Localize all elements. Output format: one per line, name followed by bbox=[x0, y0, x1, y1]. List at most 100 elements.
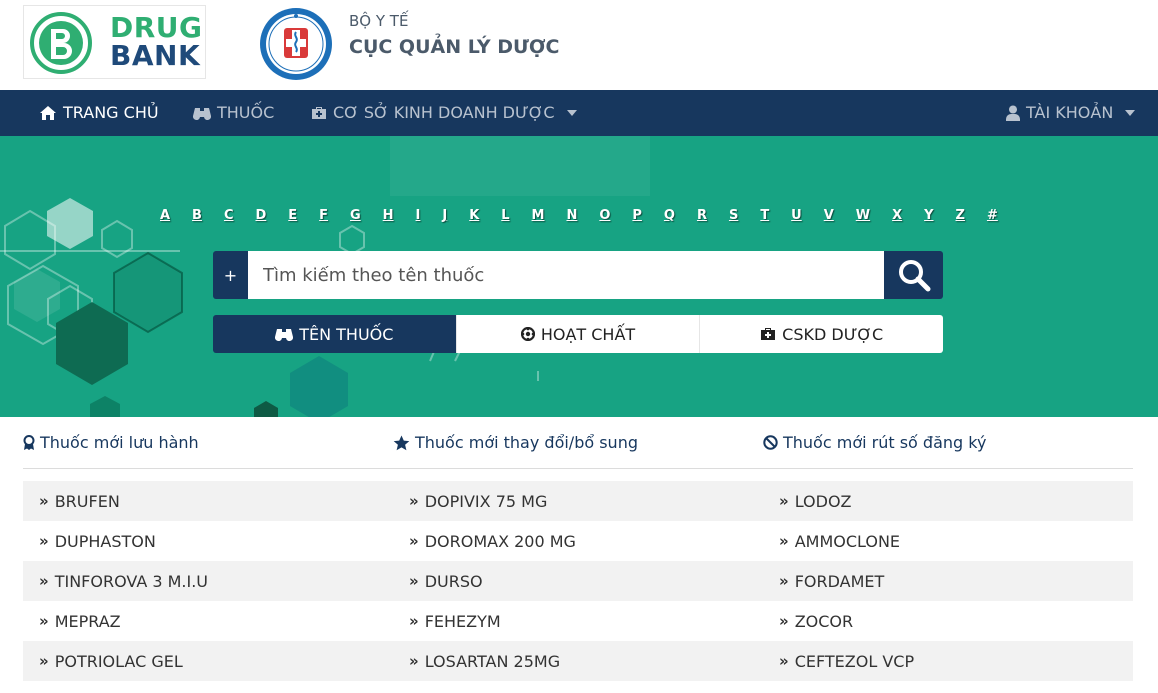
letter-link[interactable]: O bbox=[599, 208, 610, 223]
advanced-search-button[interactable]: + bbox=[213, 251, 248, 299]
letter-link[interactable]: Z bbox=[956, 208, 965, 223]
letter-link[interactable]: X bbox=[892, 208, 902, 223]
double-chevron-right-icon: » bbox=[409, 492, 419, 510]
mode-active-ingredient[interactable]: HOẠT CHẤT bbox=[456, 315, 701, 353]
header-withdrawn[interactable]: Thuốc mới rút số đăng ký bbox=[763, 417, 1133, 468]
letter-link[interactable]: N bbox=[566, 208, 577, 223]
letter-link[interactable]: W bbox=[856, 208, 870, 223]
search-mode-toggle: TÊN THUỐC HOẠT CHẤT CSKD DƯỢC bbox=[213, 315, 943, 353]
letter-link[interactable]: E bbox=[288, 208, 297, 223]
medkit-icon bbox=[761, 328, 776, 340]
mode-pharma-facility-label: CSKD DƯỢC bbox=[782, 324, 884, 344]
list-item[interactable]: » FORDAMET bbox=[763, 561, 1133, 601]
list-item[interactable]: » CEFTEZOL VCP bbox=[763, 641, 1133, 681]
logo-text: DRUG BANK bbox=[110, 14, 203, 70]
double-chevron-right-icon: » bbox=[779, 572, 789, 590]
letter-link[interactable]: S bbox=[729, 208, 738, 223]
letter-link[interactable]: M bbox=[532, 208, 545, 223]
table-row: » DUPHASTON » DOROMAX 200 MG » AMMOCLONE bbox=[23, 521, 1133, 561]
nav-pharma-business[interactable]: CƠ SỞ KINH DOANH DƯỢC bbox=[311, 103, 577, 122]
ban-icon bbox=[763, 435, 778, 450]
header-changed-label: Thuốc mới thay đổi/bổ sung bbox=[415, 433, 638, 452]
double-chevron-right-icon: » bbox=[409, 532, 419, 550]
letter-link[interactable]: J bbox=[442, 208, 447, 223]
nav-pharma-business-label: CƠ SỞ KINH DOANH DƯỢC bbox=[333, 103, 555, 122]
letter-link[interactable]: H bbox=[383, 208, 394, 223]
ministry-line2: CỤC QUẢN LÝ DƯỢC bbox=[349, 36, 560, 58]
header-new-circulated-label: Thuốc mới lưu hành bbox=[40, 433, 199, 452]
drug-name: CEFTEZOL VCP bbox=[794, 651, 915, 671]
letter-link[interactable]: P bbox=[632, 208, 642, 223]
letter-link[interactable]: G bbox=[350, 208, 361, 223]
drugbank-logo[interactable]: DRUG BANK bbox=[23, 5, 206, 79]
double-chevron-right-icon: » bbox=[39, 612, 49, 630]
header-changed[interactable]: Thuốc mới thay đổi/bổ sung bbox=[393, 417, 763, 468]
list-item[interactable]: » MEPRAZ bbox=[23, 601, 393, 641]
letter-link[interactable]: A bbox=[160, 208, 170, 223]
letter-link[interactable]: B bbox=[192, 208, 202, 223]
letter-link[interactable]: I bbox=[416, 208, 421, 223]
drug-name: FORDAMET bbox=[794, 571, 885, 591]
list-item[interactable]: » DURSO bbox=[393, 561, 763, 601]
binoculars-icon bbox=[275, 329, 294, 341]
mode-pharma-facility[interactable]: CSKD DƯỢC bbox=[700, 315, 943, 353]
double-chevron-right-icon: » bbox=[409, 652, 419, 670]
letter-link[interactable]: F bbox=[319, 208, 328, 223]
nav-home-label: TRANG CHỦ bbox=[63, 103, 159, 122]
list-item[interactable]: » LOSARTAN 25MG bbox=[393, 641, 763, 681]
header-new-circulated[interactable]: Thuốc mới lưu hành bbox=[23, 417, 393, 468]
letter-link[interactable]: C bbox=[224, 208, 234, 223]
table-row: » POTRIOLAC GEL » LOSARTAN 25MG » CEFTEZOL … bbox=[23, 641, 1133, 681]
drug-name: AMMOCLONE bbox=[794, 531, 901, 551]
double-chevron-right-icon: » bbox=[409, 572, 419, 590]
drug-lists: Thuốc mới lưu hành Thuốc mới thay đổi/bổ… bbox=[23, 417, 1133, 681]
list-item[interactable]: » POTRIOLAC GEL bbox=[23, 641, 393, 681]
double-chevron-right-icon: » bbox=[779, 532, 789, 550]
double-chevron-right-icon: » bbox=[779, 612, 789, 630]
list-item[interactable]: » BRUFEN bbox=[23, 481, 393, 521]
drug-name: TINFOROVA 3 M.I.U bbox=[54, 571, 209, 591]
list-item[interactable]: » AMMOCLONE bbox=[763, 521, 1133, 561]
letter-link[interactable]: U bbox=[791, 208, 802, 223]
drug-name: POTRIOLAC GEL bbox=[54, 651, 183, 671]
list-item[interactable]: » DOPIVIX 75 MG bbox=[393, 481, 763, 521]
ministry-seal-icon bbox=[260, 8, 332, 80]
nav-home[interactable]: TRANG CHỦ bbox=[39, 103, 159, 122]
drug-name: DOPIVIX 75 MG bbox=[424, 491, 548, 511]
nav-account[interactable]: TÀI KHOẢN bbox=[1006, 103, 1136, 122]
letter-link[interactable]: # bbox=[987, 208, 998, 223]
letter-link[interactable]: V bbox=[824, 208, 834, 223]
mode-drug-name[interactable]: TÊN THUỐC bbox=[213, 315, 457, 353]
letter-link[interactable]: K bbox=[469, 208, 479, 223]
double-chevron-right-icon: » bbox=[39, 652, 49, 670]
double-chevron-right-icon: » bbox=[39, 572, 49, 590]
list-item[interactable]: » ZOCOR bbox=[763, 601, 1133, 641]
list-item[interactable]: » DUPHASTON bbox=[23, 521, 393, 561]
list-item[interactable]: » DOROMAX 200 MG bbox=[393, 521, 763, 561]
letter-link[interactable]: Q bbox=[664, 208, 675, 223]
ministry-line1: BỘ Y TẾ bbox=[349, 12, 409, 30]
double-chevron-right-icon: » bbox=[779, 492, 789, 510]
list-item[interactable]: » TINFOROVA 3 M.I.U bbox=[23, 561, 393, 601]
star-icon bbox=[393, 435, 410, 450]
award-icon bbox=[23, 434, 35, 450]
search-button[interactable] bbox=[884, 251, 943, 299]
list-headers: Thuốc mới lưu hành Thuốc mới thay đổi/bổ… bbox=[23, 417, 1133, 469]
search-input[interactable] bbox=[248, 251, 884, 299]
home-icon bbox=[40, 105, 56, 120]
letter-link[interactable]: R bbox=[697, 208, 707, 223]
letter-link[interactable]: T bbox=[760, 208, 769, 223]
list-item[interactable]: » FEHEZYM bbox=[393, 601, 763, 641]
binoculars-icon bbox=[193, 107, 211, 120]
letter-link[interactable]: L bbox=[501, 208, 509, 223]
double-chevron-right-icon: » bbox=[39, 532, 49, 550]
letter-link[interactable]: D bbox=[255, 208, 266, 223]
site-header: DRUG BANK BỘ Y TẾ CỤC QUẢN LÝ DƯỢC bbox=[0, 0, 1158, 90]
drug-name: DURSO bbox=[424, 571, 483, 591]
nav-account-label: TÀI KHOẢN bbox=[1026, 103, 1114, 122]
header-withdrawn-label: Thuốc mới rút số đăng ký bbox=[783, 433, 987, 452]
letter-link[interactable]: Y bbox=[924, 208, 933, 223]
list-item[interactable]: » LODOZ bbox=[763, 481, 1133, 521]
table-row: » MEPRAZ » FEHEZYM » ZOCOR bbox=[23, 601, 1133, 641]
nav-drugs[interactable]: THUỐC bbox=[193, 103, 274, 122]
